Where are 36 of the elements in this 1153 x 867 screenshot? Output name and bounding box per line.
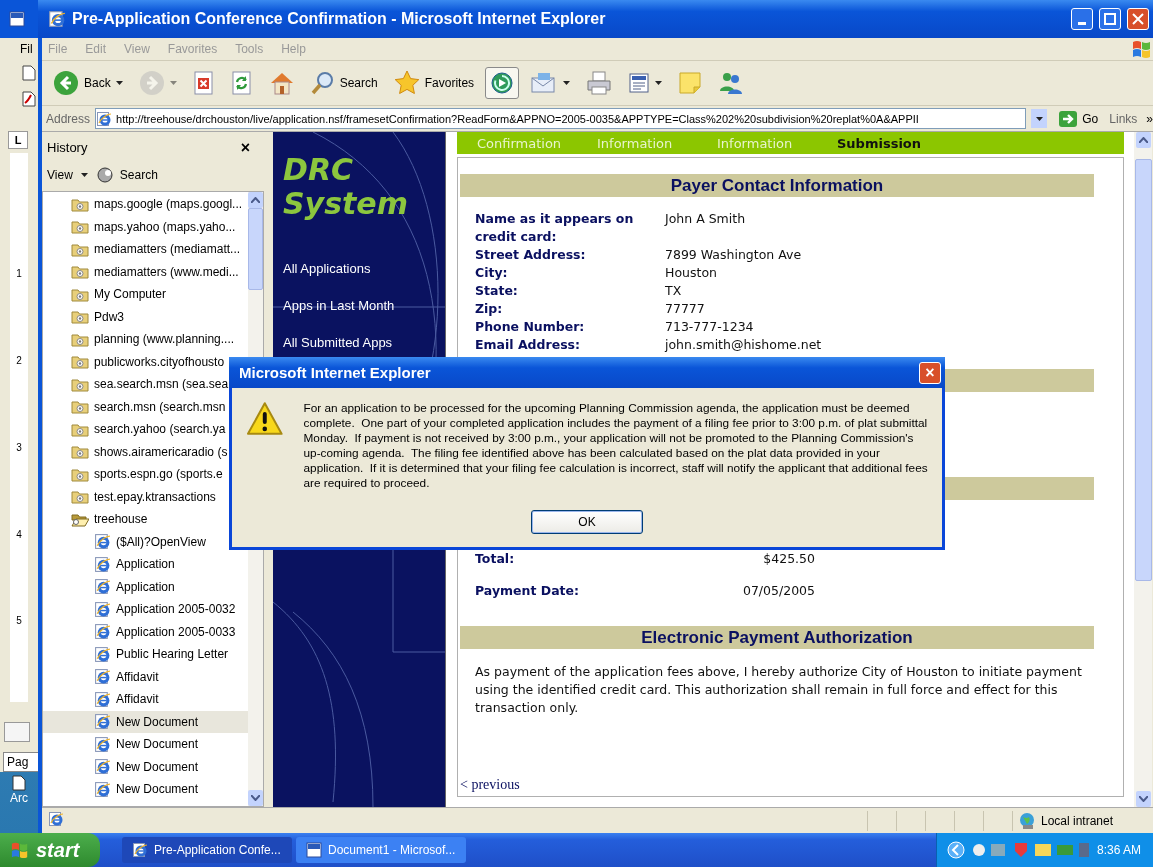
authorization-text: As payment of the application fees above, I hereby authorize City of Houston to initiate payment using the identified credit card. This authorization shall remain in full force and effect for this transaction only. [474, 663, 1083, 717]
section-header: Payer Contact Information [460, 174, 1094, 197]
field-value: $425.50 [763, 550, 815, 568]
ruler-number: 2 [16, 355, 22, 367]
zone-label: Local intranet [1040, 813, 1113, 828]
logo-text: System [283, 187, 409, 221]
field-value: Houston [665, 264, 718, 282]
address-label: Address [46, 111, 91, 126]
status-text: Pag [3, 752, 38, 772]
field-value: TX [665, 282, 683, 300]
field-value: 7899 Washington Ave [665, 246, 803, 264]
field-value: John A Smith [665, 210, 747, 228]
pane-title: History [47, 140, 88, 155]
field-value: 07/05/2005 [742, 582, 815, 600]
field-value: 713-777-1234 [665, 318, 755, 336]
field-label: State: [475, 282, 519, 300]
section-header: Electronic Payment Authorization [460, 626, 1094, 649]
field-label: Payment Date: [475, 582, 580, 600]
ruler-number: 1 [16, 268, 22, 280]
ruler-number: 5 [16, 615, 22, 627]
window-title: Pre-Application Conference Confirmation - Microsoft Internet Explorer [72, 10, 607, 28]
logo-text: DRC [283, 153, 355, 187]
field-label: Street Address: [475, 246, 587, 264]
field-label: Total: [475, 550, 515, 568]
field-label: Zip: [475, 300, 504, 318]
field-label: Phone Number: [475, 318, 586, 336]
clock: 8:36 AM [1096, 843, 1141, 857]
ruler-number: 4 [16, 528, 22, 540]
field-label: Email Address: [475, 336, 581, 354]
field-value: 77777 [665, 300, 706, 318]
dialog-title: Microsoft Internet Explorer [239, 364, 431, 381]
ruler-number: 3 [16, 441, 22, 453]
field-label: Name as it appears on credit card: [475, 210, 635, 246]
field-label: City: [475, 264, 509, 282]
field-value: john.smith@hishome.net [665, 336, 823, 354]
dialog-message: For an application to be processed for the upcoming Planning Commission agenda, the application must be deemed complete. One part of your completed application includes the payment of a filing fee prior to 3:00 p.m. of plat submittal Monday. If payment is not received by 3:00 p.m., your application will not be promoted to the Planning Commission's up-coming agenda. The filing fee identified above has been calculated based on the plat data provided in your application. If it is determined that your filing fee calculation is incorrect, staff will notify the applicant that additional fees are required to proceed. [303, 401, 928, 491]
